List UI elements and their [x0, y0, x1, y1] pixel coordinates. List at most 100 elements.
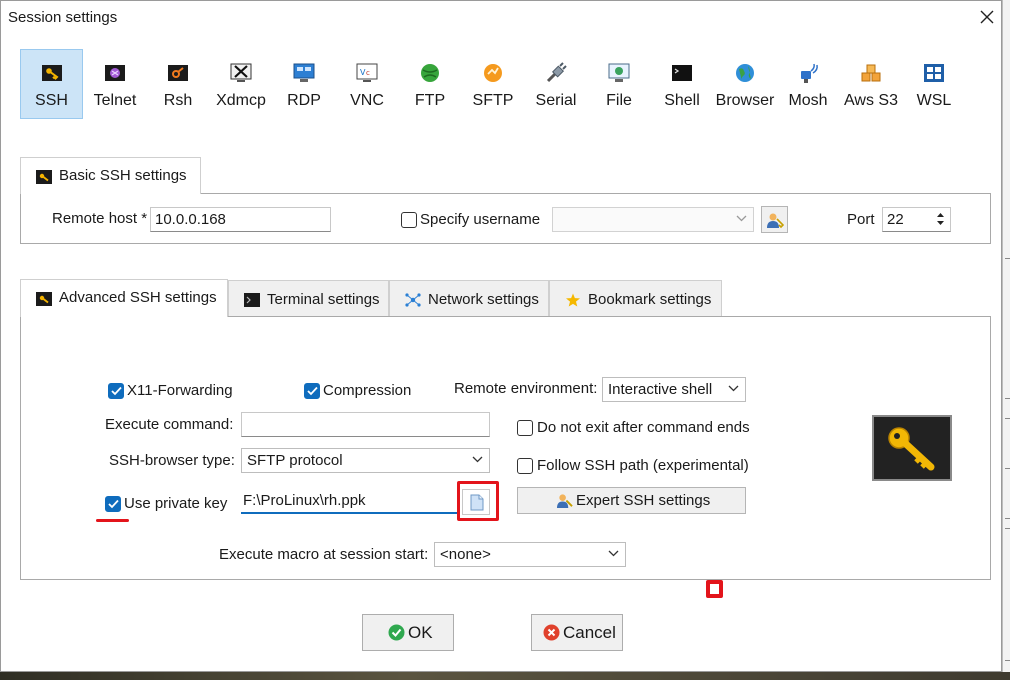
ok-label: OK: [408, 623, 433, 642]
protocol-rsh[interactable]: Rsh: [148, 49, 208, 119]
ftp-globe-icon: [421, 64, 439, 82]
protocol-browser[interactable]: Browser: [714, 49, 776, 119]
port-spinner[interactable]: 22: [882, 207, 951, 232]
cancel-circle-icon: [543, 624, 560, 641]
protocol-file[interactable]: File: [588, 49, 650, 119]
title-bar: Session settings: [1, 1, 1001, 34]
protocol-label: FTP: [414, 92, 446, 109]
do-not-exit-checkbox[interactable]: [517, 420, 533, 436]
user-icon: [767, 213, 784, 229]
tab-label: Bookmark settings: [588, 291, 712, 308]
annotation-marker: [706, 580, 723, 598]
protocol-aws-s3[interactable]: Aws S3: [840, 49, 902, 119]
specify-username-checkbox[interactable]: [401, 212, 417, 228]
check-circle-icon: [388, 624, 405, 641]
advanced-settings-panel: X11-Forwarding Compression Remote enviro…: [20, 316, 991, 580]
remote-host-label: Remote host *: [52, 210, 148, 227]
basic-settings-panel: Remote host * 10.0.0.168 Specify usernam…: [20, 193, 991, 244]
specify-username-label: Specify username: [420, 211, 541, 228]
close-button[interactable]: [973, 5, 1001, 29]
background-desktop: [0, 672, 1010, 680]
protocol-ftp[interactable]: FTP: [400, 49, 460, 119]
svg-text:c: c: [366, 69, 370, 77]
tab-label: Terminal settings: [267, 291, 380, 308]
window-title: Session settings: [8, 9, 118, 26]
protocol-xdmcp[interactable]: Xdmcp: [210, 49, 272, 119]
tab-advanced-ssh-settings[interactable]: Advanced SSH settings: [20, 279, 228, 317]
username-dropdown[interactable]: [552, 207, 754, 232]
protocol-ssh[interactable]: SSH: [20, 49, 83, 119]
protocol-serial[interactable]: Serial: [526, 49, 586, 119]
vnc-icon: Vc: [356, 63, 378, 82]
port-label: Port: [847, 211, 875, 228]
x11-forwarding-checkbox[interactable]: [108, 383, 124, 399]
expert-ssh-settings-button[interactable]: Expert SSH settings: [517, 487, 746, 514]
serial-plug-icon: [546, 62, 567, 83]
protocol-label: SSH: [35, 92, 68, 109]
protocol-vnc[interactable]: Vc VNC: [336, 49, 398, 119]
ssh-key-icon: [41, 65, 62, 81]
rdp-monitor-icon: [293, 63, 315, 82]
tab-network-settings[interactable]: Network settings: [389, 280, 549, 316]
follow-ssh-path-label: Follow SSH path (experimental): [537, 457, 749, 474]
protocol-label: Browser: [715, 92, 775, 109]
wsl-windows-icon: [924, 64, 944, 82]
execute-macro-label: Execute macro at session start:: [219, 546, 429, 563]
protocol-label: Rsh: [163, 92, 193, 109]
user-manager-button[interactable]: [761, 206, 788, 233]
sftp-icon: [484, 64, 502, 82]
annotation-highlight-box: [457, 481, 499, 521]
xdmcp-icon: [230, 63, 252, 82]
aws-s3-icon: [861, 64, 881, 82]
checkmark-icon: [108, 499, 119, 509]
chevron-down-icon: [728, 385, 739, 392]
terminal-icon: [244, 293, 260, 307]
private-key-path-input[interactable]: F:\ProLinux\rh.ppk: [241, 489, 458, 514]
execute-command-input[interactable]: [241, 412, 490, 437]
remote-environment-dropdown[interactable]: Interactive shell: [602, 377, 746, 402]
spinner-arrows-icon: [937, 213, 944, 225]
tab-bookmark-settings[interactable]: Bookmark settings: [549, 280, 722, 316]
execute-macro-dropdown[interactable]: <none>: [434, 542, 626, 567]
use-private-key-checkbox[interactable]: [105, 496, 121, 512]
do-not-exit-label: Do not exit after command ends: [537, 419, 750, 436]
tab-terminal-settings[interactable]: Terminal settings: [228, 280, 389, 316]
remote-host-input[interactable]: 10.0.0.168: [150, 207, 331, 232]
protocol-label: Telnet: [93, 92, 137, 109]
protocol-label: VNC: [350, 92, 384, 109]
protocol-wsl[interactable]: WSL: [904, 49, 964, 119]
remote-environment-value: Interactive shell: [608, 381, 713, 398]
protocol-label: Mosh: [788, 92, 828, 109]
shell-terminal-icon: [672, 65, 692, 81]
protocol-label: Shell: [664, 92, 700, 109]
protocol-label: Aws S3: [844, 92, 898, 109]
compression-checkbox[interactable]: [304, 383, 320, 399]
tab-label: Advanced SSH settings: [59, 289, 217, 306]
chevron-down-icon: [472, 456, 483, 463]
x11-forwarding-label: X11-Forwarding: [127, 382, 233, 399]
execute-command-label: Execute command:: [105, 416, 234, 433]
ssh-browser-type-dropdown[interactable]: SFTP protocol: [241, 448, 490, 473]
tab-label: Basic SSH settings: [59, 167, 187, 184]
protocol-label: Serial: [535, 92, 577, 109]
cancel-button[interactable]: Cancel: [531, 614, 623, 651]
chevron-down-icon: [608, 550, 619, 557]
annotation-underline: [96, 519, 129, 522]
close-icon: [980, 10, 994, 24]
tab-basic-ssh-settings[interactable]: Basic SSH settings: [20, 157, 201, 194]
follow-ssh-path-checkbox[interactable]: [517, 458, 533, 474]
chevron-down-icon: [736, 215, 747, 222]
protocol-mosh[interactable]: Mosh: [778, 49, 838, 119]
protocol-shell[interactable]: Shell: [652, 49, 712, 119]
large-key-icon: [888, 427, 935, 471]
tab-label: Network settings: [428, 291, 539, 308]
protocol-label: WSL: [916, 92, 952, 109]
protocol-telnet[interactable]: Telnet: [85, 49, 145, 119]
ok-button[interactable]: OK: [362, 614, 454, 651]
protocol-label: Xdmcp: [216, 92, 266, 109]
compression-label: Compression: [323, 382, 412, 399]
protocol-rdp[interactable]: RDP: [274, 49, 334, 119]
file-monitor-icon: [608, 63, 630, 82]
star-icon: [566, 293, 580, 307]
protocol-sftp[interactable]: SFTP: [462, 49, 524, 119]
